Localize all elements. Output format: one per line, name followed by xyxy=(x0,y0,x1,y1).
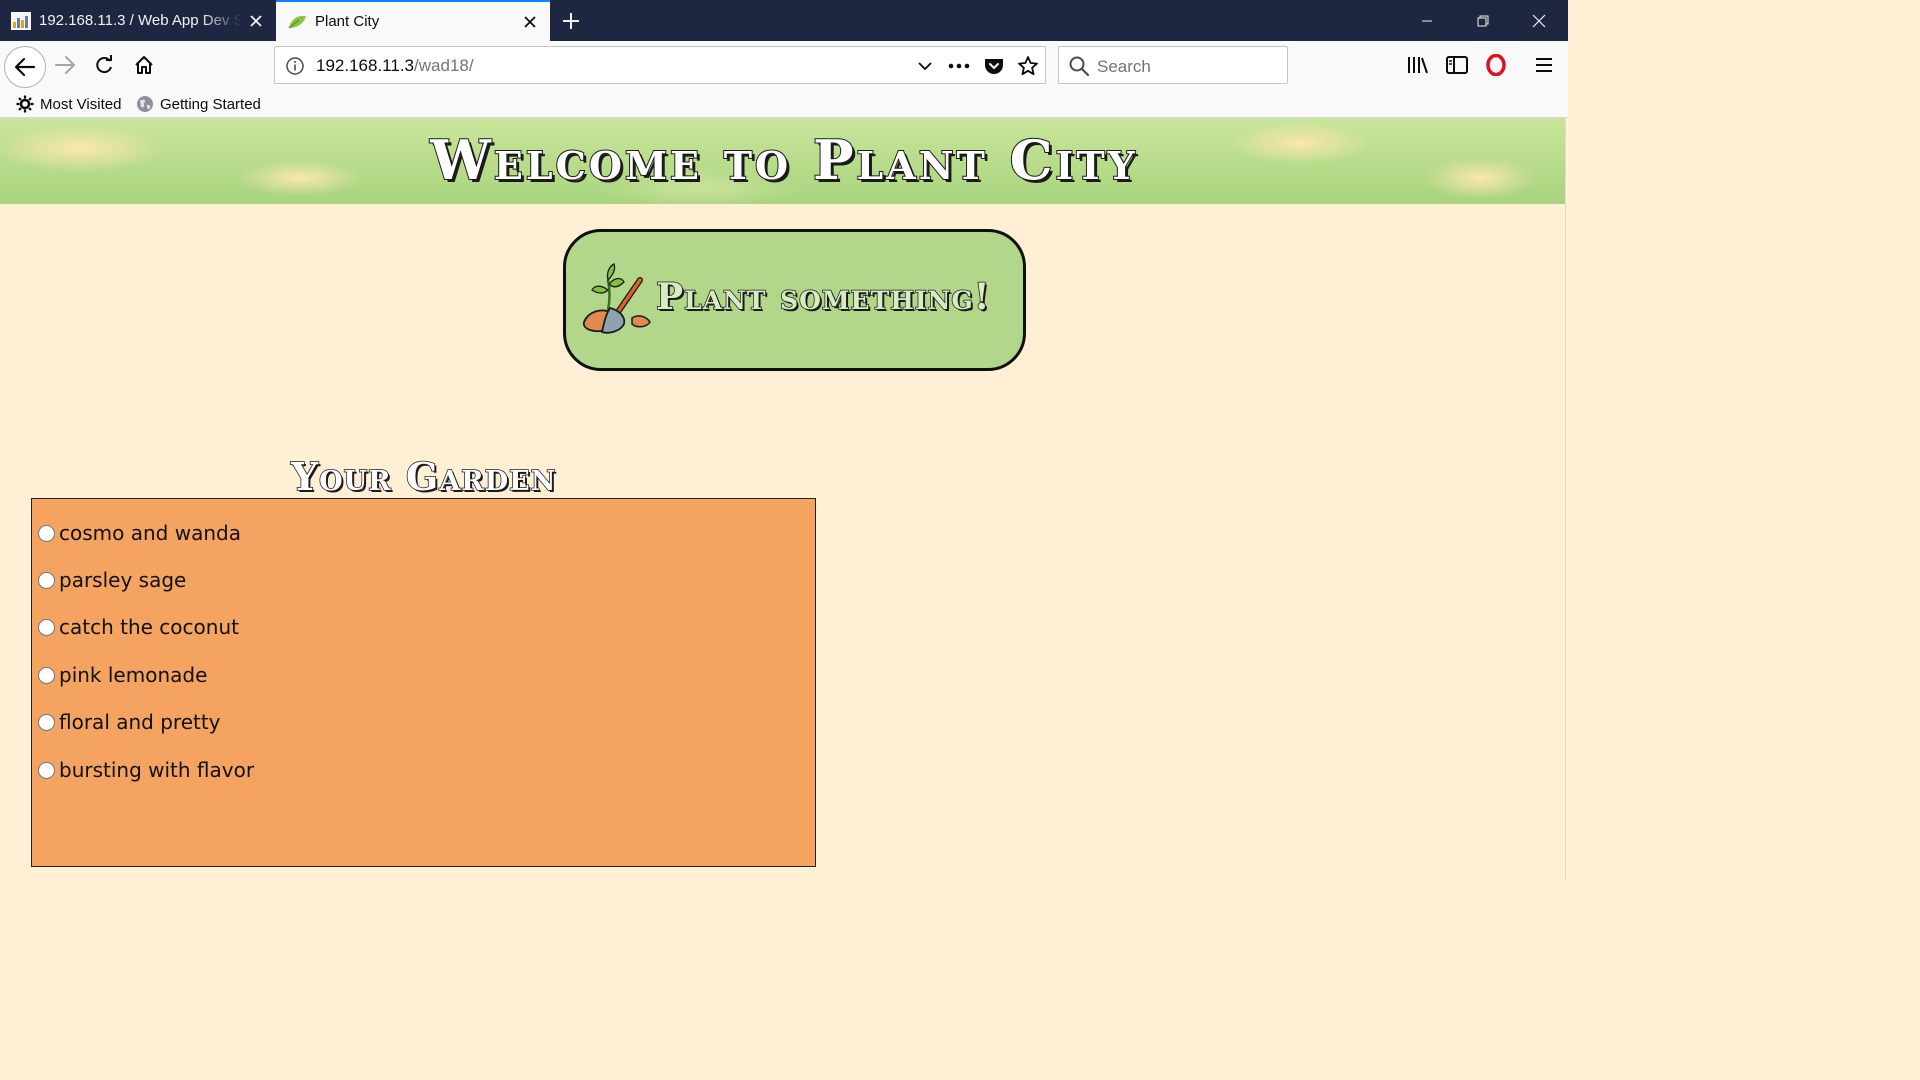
page-title: Welcome to Plant City xyxy=(429,127,1138,193)
garden-item-radio[interactable] xyxy=(38,618,55,636)
phpmyadmin-favicon-icon xyxy=(11,11,31,31)
tab-title: 192.168.11.3 / Web App Dev Se xyxy=(39,12,242,29)
garden-item-radio[interactable] xyxy=(38,666,55,684)
tab-plant-city[interactable]: Plant City xyxy=(276,0,550,41)
garden-item[interactable]: catch the coconut xyxy=(37,612,239,642)
garden-item-label: parsley sage xyxy=(59,568,187,592)
new-tab-plus-icon[interactable] xyxy=(556,6,586,36)
home-icon[interactable] xyxy=(130,53,158,77)
pocket-icon[interactable] xyxy=(982,54,1006,78)
header-banner: Welcome to Plant City xyxy=(0,118,1568,204)
garden-item-radio[interactable] xyxy=(38,761,55,779)
restore-window-icon[interactable] xyxy=(1455,0,1511,41)
garden-item-radio[interactable] xyxy=(38,524,55,542)
tab-web-app-dev[interactable]: 192.168.11.3 / Web App Dev Se xyxy=(0,0,276,41)
search-bar[interactable]: Search xyxy=(1058,46,1288,84)
garden-item[interactable]: cosmo and wanda xyxy=(37,518,241,548)
gear-icon xyxy=(16,95,34,113)
minimize-window-icon[interactable] xyxy=(1399,0,1455,41)
garden-item[interactable]: parsley sage xyxy=(37,565,186,595)
close-tab-icon[interactable] xyxy=(516,8,544,36)
garden-item-radio[interactable] xyxy=(38,571,55,589)
info-icon[interactable] xyxy=(285,56,305,81)
forward-arrow-icon[interactable] xyxy=(50,53,80,77)
globe-icon xyxy=(137,96,153,112)
bookmark-label: Getting Started xyxy=(160,95,261,113)
garden-item-radio[interactable] xyxy=(38,713,55,731)
garden-item[interactable]: floral and pretty xyxy=(37,707,221,737)
leaf-favicon-icon xyxy=(287,12,307,32)
navigation-toolbar: 192.168.11.3/wad18/ Search xyxy=(0,41,1568,89)
hamburger-menu-icon[interactable] xyxy=(1530,53,1558,77)
garden-list: cosmo and wanda parsley sage catch the c… xyxy=(31,498,816,867)
garden-item-label: pink lemonade xyxy=(59,663,208,687)
bookmarks-toolbar: Most Visited Getting Started xyxy=(0,89,1568,118)
opera-extension-icon[interactable] xyxy=(1482,53,1510,77)
url-bar[interactable]: 192.168.11.3/wad18/ xyxy=(274,46,1046,84)
plant-button-label: Plant something! xyxy=(655,275,991,319)
reload-icon[interactable] xyxy=(90,53,118,77)
bookmark-most-visited[interactable]: Most Visited xyxy=(16,92,121,116)
bookmark-star-icon[interactable] xyxy=(1016,54,1040,78)
tab-title: Plant City xyxy=(315,13,380,30)
garden-item[interactable]: pink lemonade xyxy=(37,660,207,690)
sidebar-toggle-icon[interactable] xyxy=(1443,53,1471,77)
tab-strip: 192.168.11.3 / Web App Dev Se Plant City xyxy=(0,0,1568,41)
url-host: 192.168.11.3 xyxy=(316,56,414,75)
page-content: Welcome to Plant City Plant something! Y… xyxy=(0,118,1568,882)
garden-item-label: catch the coconut xyxy=(59,615,239,639)
close-window-icon[interactable] xyxy=(1511,0,1567,41)
page-actions-ellipsis-icon[interactable] xyxy=(947,54,971,78)
search-icon xyxy=(1068,55,1090,82)
plant-something-button[interactable]: Plant something! xyxy=(563,229,1026,371)
back-arrow-icon[interactable] xyxy=(4,46,46,88)
bookmark-getting-started[interactable]: Getting Started xyxy=(136,92,261,116)
garden-item-label: floral and pretty xyxy=(59,710,221,734)
trowel-sprout-icon xyxy=(580,260,656,341)
chevron-down-icon[interactable] xyxy=(913,54,937,78)
garden-item-label: cosmo and wanda xyxy=(59,521,241,545)
url-text[interactable]: 192.168.11.3/wad18/ xyxy=(316,56,474,76)
garden-item[interactable]: bursting with flavor xyxy=(37,755,254,785)
url-path: /wad18/ xyxy=(414,56,474,75)
bookmark-label: Most Visited xyxy=(40,95,122,113)
garden-item-label: bursting with flavor xyxy=(59,758,255,782)
page-scrollbar[interactable] xyxy=(1565,118,1568,882)
close-tab-icon[interactable] xyxy=(242,7,270,35)
garden-heading: Your Garden xyxy=(290,453,557,500)
search-placeholder: Search xyxy=(1097,57,1151,76)
library-icon[interactable] xyxy=(1404,53,1432,77)
